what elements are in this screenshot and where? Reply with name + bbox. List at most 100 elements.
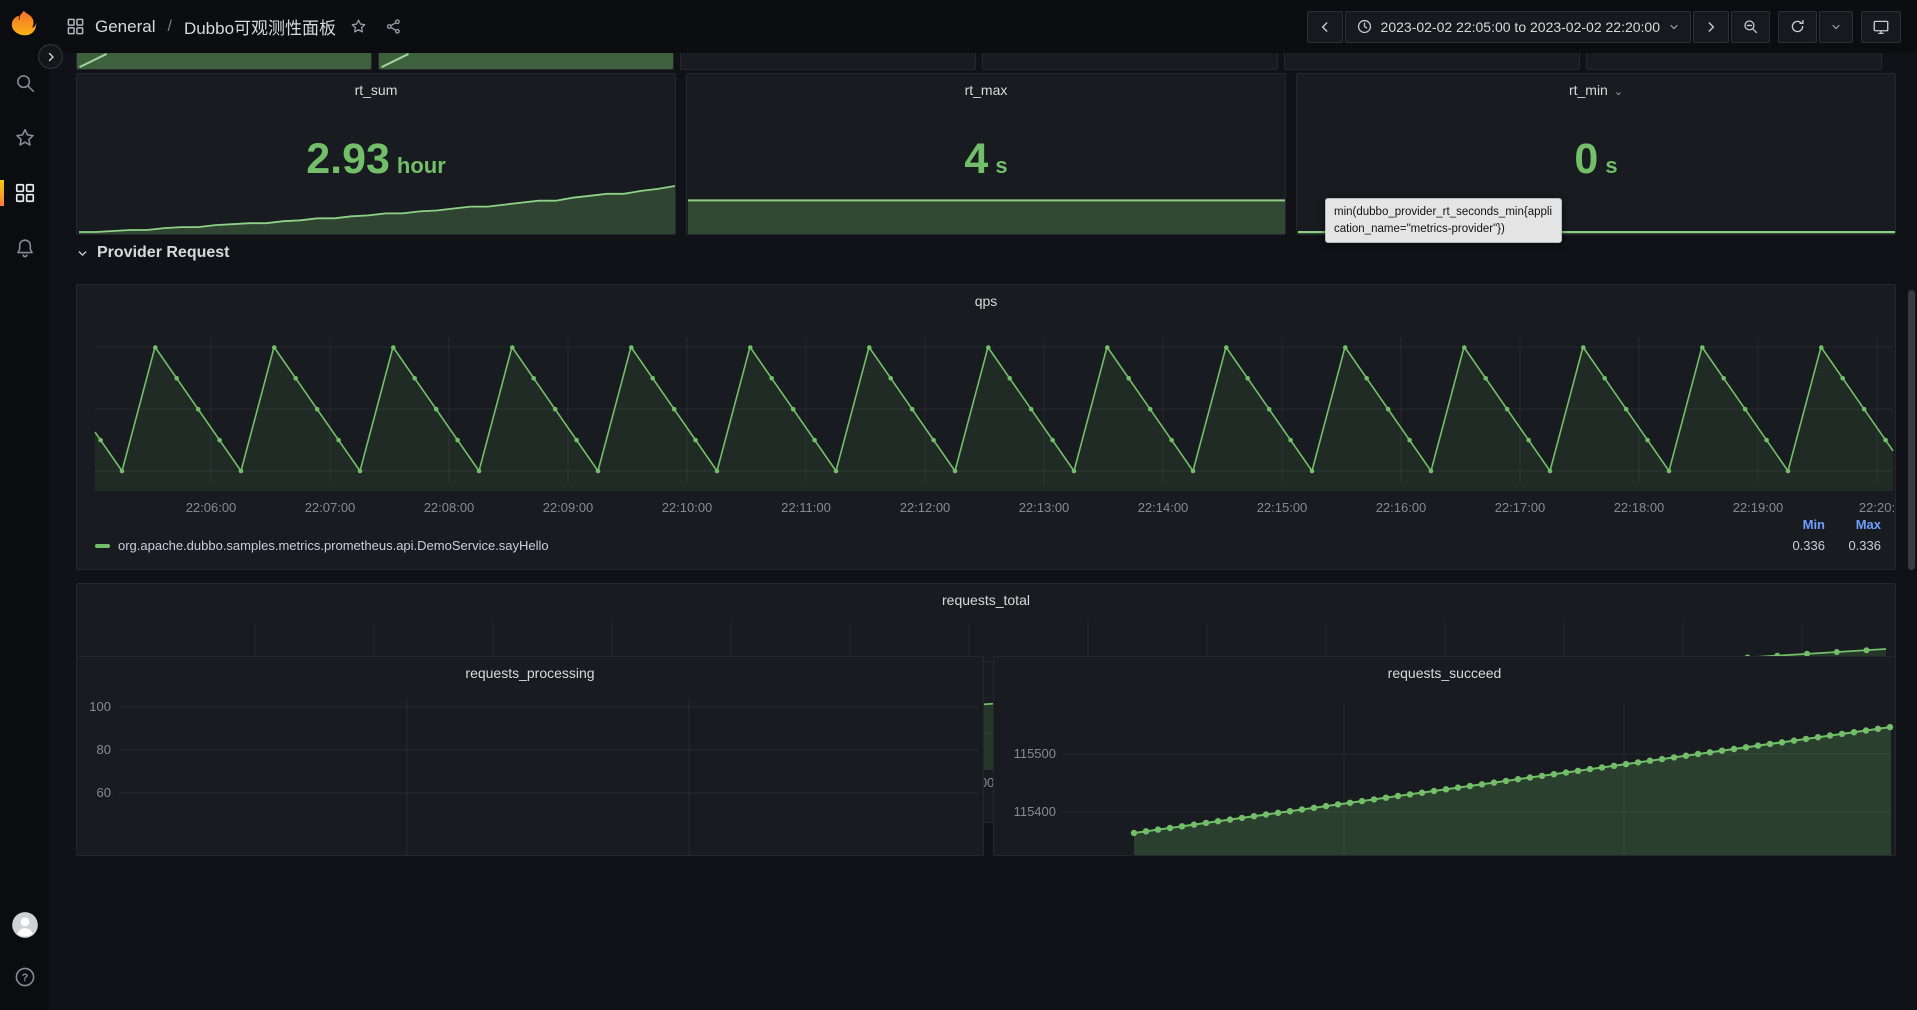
zoom-out-icon	[1742, 18, 1759, 35]
refresh-button[interactable]	[1778, 11, 1817, 43]
series-color-swatch	[95, 544, 110, 548]
star-dashboard-button[interactable]	[346, 14, 371, 39]
svg-text:22:18:00: 22:18:00	[1614, 500, 1665, 515]
user-avatar[interactable]	[0, 912, 49, 938]
qps-chart[interactable]: 22:06:00 22:07:00 22:08:00 22:09:00 22:10:00…	[77, 285, 1895, 569]
partial-panel[interactable]	[1586, 53, 1882, 70]
chevron-down-icon	[1668, 21, 1680, 33]
panel-title[interactable]: rt_sum	[77, 82, 675, 98]
svg-text:22:16:00: 22:16:00	[1376, 500, 1427, 515]
grafana-logo-icon[interactable]	[9, 9, 39, 39]
sidebar-expand-button[interactable]	[38, 44, 63, 69]
breadcrumb: General / Dubbo可观测性面板	[66, 14, 406, 39]
stat-value: 4 s	[687, 138, 1285, 181]
stat-number: 0	[1574, 138, 1598, 181]
svg-text:?: ?	[21, 972, 28, 984]
stat-number: 2.93	[306, 138, 390, 181]
partial-panel[interactable]	[1284, 53, 1580, 70]
sparkline-edge	[79, 53, 107, 68]
svg-text:80: 80	[97, 742, 111, 757]
nav-controls: 2023-02-02 22:05:00 to 2023-02-02 22:20:…	[1307, 11, 1901, 43]
stat-unit: s	[995, 153, 1007, 179]
clock-icon	[1356, 18, 1373, 35]
svg-text:22:20:: 22:20:	[1859, 500, 1895, 515]
avatar-icon	[11, 911, 39, 939]
svg-text:22:10:00: 22:10:00	[662, 500, 713, 515]
time-controls: 2023-02-02 22:05:00 to 2023-02-02 22:20:…	[1307, 11, 1770, 43]
svg-text:22:11:00: 22:11:00	[781, 500, 831, 515]
row-provider-request[interactable]: Provider Request	[76, 244, 229, 262]
stat-value: 0 s	[1297, 138, 1895, 181]
svg-text:22:09:00: 22:09:00	[543, 500, 594, 515]
time-forward-button[interactable]	[1693, 11, 1729, 43]
legend-row: org.apache.dubbo.samples.metrics.prometh…	[95, 538, 1881, 553]
panel-title[interactable]: requests_succeed	[994, 665, 1895, 681]
svg-text:115500: 115500	[1014, 746, 1056, 761]
requests-succeed-chart[interactable]: 115500 115400	[994, 657, 1895, 855]
svg-text:115400: 115400	[1014, 804, 1056, 819]
svg-text:22:14:00: 22:14:00	[1138, 500, 1189, 515]
monitor-icon	[1872, 18, 1890, 36]
kiosk-mode-button[interactable]	[1861, 11, 1901, 43]
page-scrollbar	[1908, 0, 1915, 1010]
dashboard-canvas: rt_sum 2.93 hour rt_max 4 s rt_min⌄ 0 s	[49, 53, 1917, 1010]
scrollbar-thumb[interactable]	[1908, 290, 1915, 570]
panel-title[interactable]: rt_max	[687, 82, 1285, 98]
svg-text:22:19:00: 22:19:00	[1733, 500, 1784, 515]
svg-text:22:06:00: 22:06:00	[186, 500, 237, 515]
help-icon: ?	[13, 965, 37, 989]
svg-text:100: 100	[89, 699, 111, 714]
series-name[interactable]: org.apache.dubbo.samples.metrics.prometh…	[118, 538, 1769, 553]
breadcrumb-separator: /	[165, 18, 173, 36]
partial-panel[interactable]	[76, 53, 372, 70]
svg-text:22:13:00: 22:13:00	[1019, 500, 1070, 515]
grafana-dashboard-page: ? General / Dubbo可观测性面板	[0, 0, 1917, 1010]
panel-title[interactable]: qps	[77, 293, 1895, 309]
panel-rt-max[interactable]: rt_max 4 s	[686, 73, 1286, 235]
refresh-controls	[1778, 11, 1853, 43]
legend-column-max[interactable]: Max	[1825, 517, 1881, 532]
stat-number: 4	[964, 138, 988, 181]
dashboards-grid-icon	[14, 182, 36, 204]
svg-text:22:17:00: 22:17:00	[1495, 500, 1546, 515]
svg-text:22:08:00: 22:08:00	[424, 500, 475, 515]
sidebar-item-starred[interactable]	[0, 125, 49, 151]
time-back-button[interactable]	[1307, 11, 1343, 43]
partial-panel[interactable]	[378, 53, 674, 70]
breadcrumb-dashboard-title[interactable]: Dubbo可观测性面板	[184, 14, 336, 39]
stat-unit: s	[1605, 153, 1617, 179]
refresh-interval-dropdown[interactable]	[1819, 11, 1853, 43]
time-range-picker[interactable]: 2023-02-02 22:05:00 to 2023-02-02 22:20:…	[1345, 11, 1691, 43]
legend-column-min[interactable]: Min	[1769, 517, 1825, 532]
partial-panel[interactable]	[982, 53, 1278, 70]
chevron-down-icon	[1830, 21, 1842, 33]
panel-title[interactable]: requests_processing	[77, 665, 983, 681]
requests-processing-chart[interactable]: 1008060	[77, 657, 983, 855]
legend-max-value: 0.336	[1825, 538, 1881, 553]
zoom-out-button[interactable]	[1731, 11, 1770, 43]
panel-qps[interactable]: qps 22:06:00 22:07:00 22:08:00 22:09:00 22:1…	[76, 284, 1896, 570]
bell-icon	[14, 237, 36, 259]
time-range-label: 2023-02-02 22:05:00 to 2023-02-02 22:20:…	[1381, 19, 1660, 35]
sidebar-item-search[interactable]	[0, 70, 49, 96]
sidebar-item-alerting[interactable]	[0, 235, 49, 261]
sidebar-item-dashboards[interactable]	[0, 180, 49, 206]
breadcrumb-section[interactable]: General	[95, 17, 155, 37]
panel-rt-sum[interactable]: rt_sum 2.93 hour	[76, 73, 676, 235]
panel-requests-processing[interactable]: requests_processing 1008060	[76, 656, 984, 856]
panel-title[interactable]: requests_total	[77, 592, 1895, 608]
help-button[interactable]: ?	[0, 964, 49, 990]
stat-value: 2.93 hour	[77, 138, 675, 181]
panel-title[interactable]: rt_min⌄	[1297, 82, 1895, 98]
sidebar-items	[0, 70, 49, 261]
share-dashboard-button[interactable]	[381, 14, 406, 39]
legend-min-value: 0.336	[1769, 538, 1825, 553]
stat-unit: hour	[397, 153, 446, 179]
partial-panel[interactable]	[680, 53, 976, 70]
panel-menu-chevron-icon[interactable]: ⌄	[1614, 86, 1623, 98]
panel-requests-succeed[interactable]: requests_succeed 115500 115400	[993, 656, 1896, 856]
sparkline-edge	[381, 53, 409, 68]
svg-text:22:07:00: 22:07:00	[305, 500, 356, 515]
top-nav: General / Dubbo可观测性面板	[0, 0, 1917, 53]
svg-text:22:15:00: 22:15:00	[1257, 500, 1308, 515]
